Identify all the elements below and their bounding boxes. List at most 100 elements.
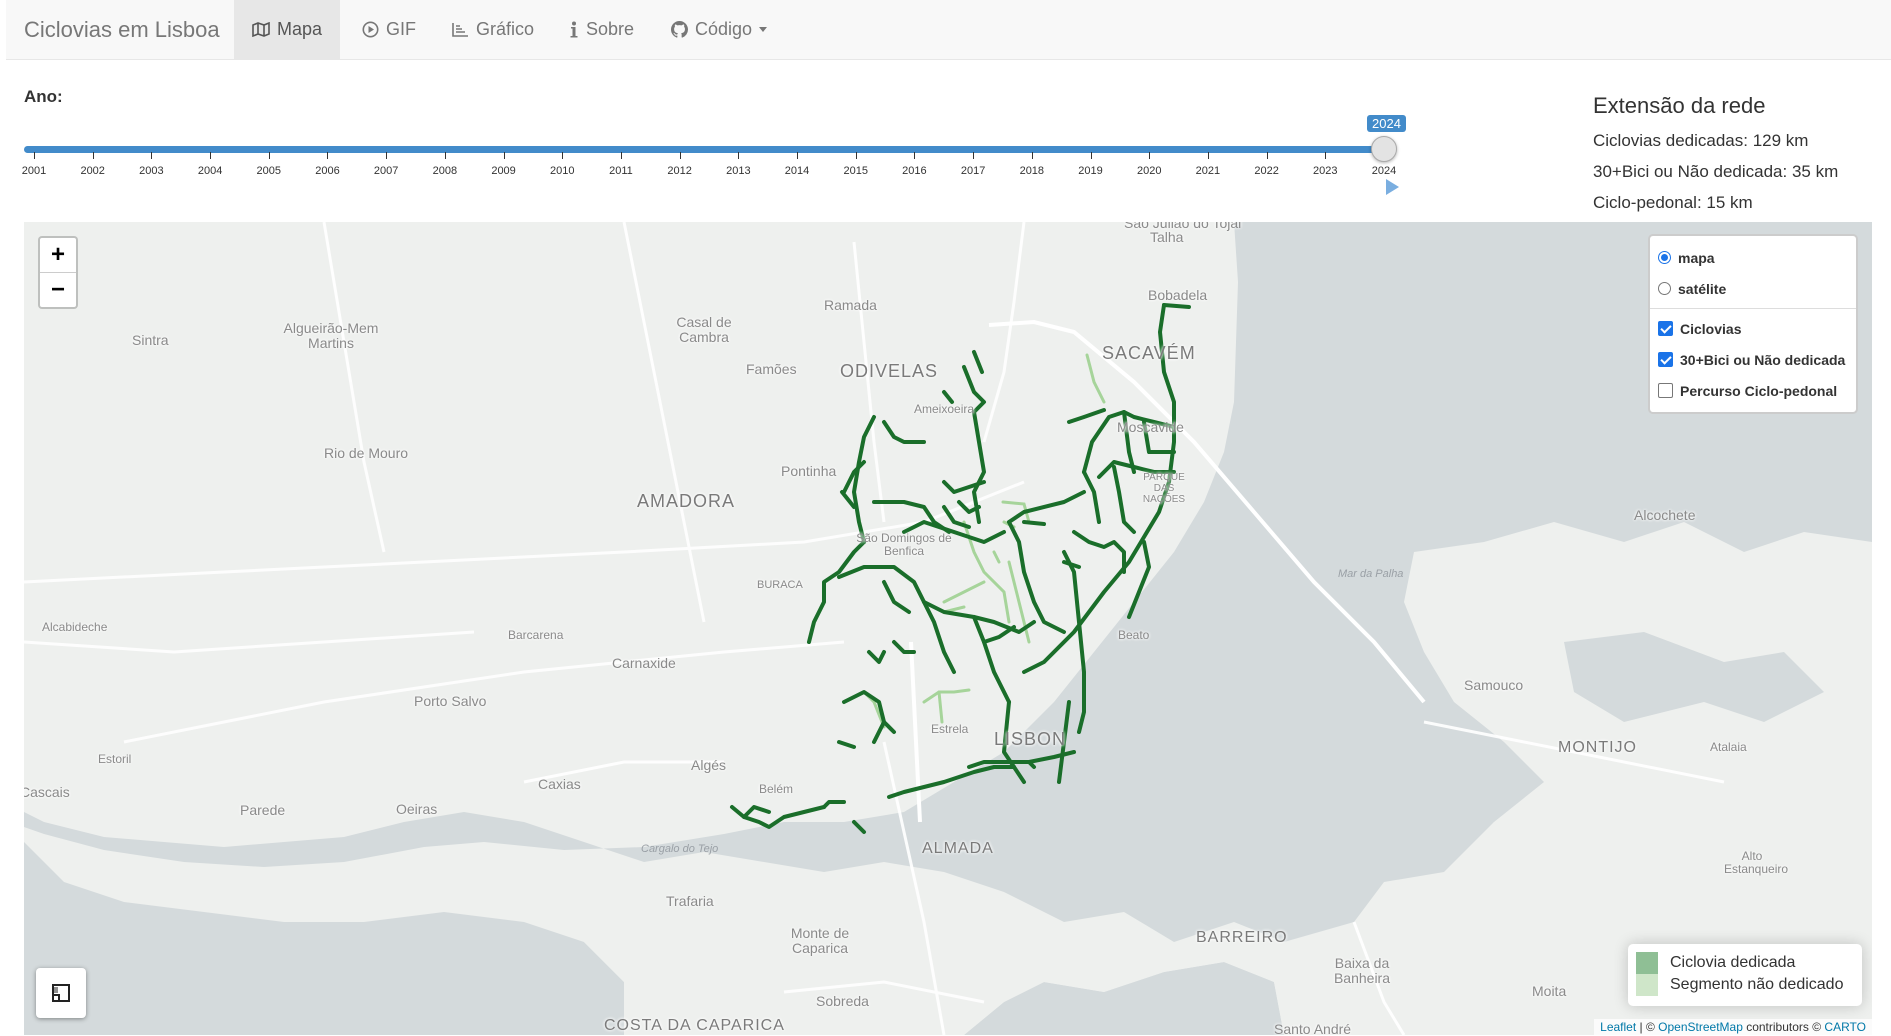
place-label: Samouco xyxy=(1464,677,1524,693)
attribution-text: | © xyxy=(1636,1020,1659,1034)
tab-sobre[interactable]: Sobre xyxy=(551,0,652,59)
slider-tick-label: 2013 xyxy=(726,165,751,177)
place-label: Caxias xyxy=(538,776,581,792)
base-layer-satelite[interactable]: satélite xyxy=(1658,273,1848,304)
zoom-out-button[interactable]: − xyxy=(40,272,76,307)
place-label: Baixa da Banheira xyxy=(1333,955,1391,986)
tab-gif-label: GIF xyxy=(386,19,416,39)
slider-tick xyxy=(92,152,94,159)
slider-tick-label: 2008 xyxy=(432,165,458,177)
slider-tick xyxy=(679,152,681,159)
slider-tick xyxy=(444,152,446,159)
slider-tick xyxy=(503,152,505,159)
checkbox-30bici[interactable] xyxy=(1658,352,1673,367)
place-label: Oeiras xyxy=(396,801,438,817)
radio-mapa[interactable] xyxy=(1658,251,1671,264)
slider-handle[interactable] xyxy=(1371,136,1397,162)
slider-tick-label: 2020 xyxy=(1136,165,1162,177)
place-label: Pontinha xyxy=(781,463,837,479)
legend-label: Segmento não dedicado xyxy=(1670,976,1844,993)
place-label: Monte de Caparica xyxy=(790,925,850,956)
place-label: Parede xyxy=(240,802,286,818)
slider-tick-label: 2023 xyxy=(1313,165,1338,177)
place-label: ODIVELAS xyxy=(840,361,939,381)
osm-link[interactable]: OpenStreetMap xyxy=(1658,1020,1743,1034)
slider-tick-label: 2010 xyxy=(550,165,575,177)
overlay-label: Percurso Ciclo-pedonal xyxy=(1680,382,1838,399)
place-label: Alcabideche xyxy=(42,620,108,634)
radio-satelite[interactable] xyxy=(1658,282,1671,295)
slider-tick xyxy=(973,152,975,159)
year-slider-label: Ano: xyxy=(24,87,63,106)
map-container[interactable]: São Julião do Tojal Talha Bobadela Sintr… xyxy=(24,222,1872,1035)
slider-tick-label: 2006 xyxy=(315,165,340,177)
place-label: AMADORA xyxy=(637,491,736,511)
overlay-ciclo-pedonal[interactable]: Percurso Ciclo-pedonal xyxy=(1658,375,1848,406)
legend-item-shared: Segmento não dedicado xyxy=(1636,974,1854,996)
checkbox-ciclo-pedonal[interactable] xyxy=(1658,383,1673,398)
info-icon xyxy=(570,21,578,38)
slider-tick-label: 2022 xyxy=(1254,165,1279,177)
place-label: Algés xyxy=(691,757,727,773)
place-label: LISBON xyxy=(994,729,1067,749)
stat-dedicated: Ciclovias dedicadas: 129 km xyxy=(1593,131,1809,150)
slider-tick-label: 2002 xyxy=(80,165,105,177)
place-label: Ameixoeira xyxy=(914,402,975,416)
slider-tick xyxy=(1149,152,1151,159)
map-icon xyxy=(252,22,270,37)
tab-grafico-label: Gráfico xyxy=(476,19,535,39)
play-animation-icon[interactable] xyxy=(1386,179,1399,195)
slider-tick-label: 2001 xyxy=(21,165,47,177)
navbar-brand[interactable]: Ciclovias em Lisboa xyxy=(24,17,220,43)
year-slider[interactable]: 2001 2002 2003 2004 2005 2006 2007 2008 2009 2010… xyxy=(21,115,1406,177)
tab-codigo-label: Código xyxy=(695,19,753,39)
carto-link[interactable]: CARTO xyxy=(1824,1020,1866,1034)
stat-pedonal: Ciclo-pedonal: 15 km xyxy=(1593,193,1753,212)
place-label: MONTIJO xyxy=(1558,739,1637,756)
layers-separator xyxy=(1650,308,1856,309)
checkbox-ciclovias[interactable] xyxy=(1658,321,1673,336)
place-label: Sobreda xyxy=(816,993,869,1009)
slider-tick-label: 2012 xyxy=(667,165,692,177)
slider-tick xyxy=(562,152,564,159)
place-label: Belém xyxy=(759,782,794,796)
layers-control: mapa satélite Ciclovias 30+Bici ou Não d… xyxy=(1648,234,1858,414)
place-label: Beato xyxy=(1118,628,1150,642)
place-label: PARQUE DAS NAÇÕES xyxy=(1142,472,1186,505)
map-legend: Ciclovia dedicada Segmento não dedicado xyxy=(1628,944,1862,1006)
place-label: Alto Estanqueiro xyxy=(1724,849,1789,876)
place-label: Ramada xyxy=(824,297,877,313)
overlay-30bici[interactable]: 30+Bici ou Não dedicada xyxy=(1658,344,1848,375)
slider-tick-label: 2007 xyxy=(373,165,399,177)
slider-value-badge: 2024 xyxy=(1367,115,1406,132)
place-label: COSTA DA CAPARICA xyxy=(604,1017,785,1034)
legend-label: Ciclovia dedicada xyxy=(1670,954,1796,971)
overlay-ciclovias[interactable]: Ciclovias xyxy=(1658,313,1848,344)
place-label: Moscavide xyxy=(1117,419,1184,435)
base-layer-label: mapa xyxy=(1678,249,1715,266)
tab-mapa[interactable]: Mapa xyxy=(234,0,341,59)
navbar: Ciclovias em Lisboa Mapa GIF Gráfico Sob… xyxy=(6,0,1891,60)
place-label: São Domingos de Benfica xyxy=(856,531,952,558)
fullscreen-button[interactable] xyxy=(36,968,86,1018)
slider-tick xyxy=(34,152,35,159)
tab-codigo-dropdown[interactable]: Código xyxy=(653,0,785,59)
fullscreen-icon xyxy=(52,984,70,1002)
tab-gif[interactable]: GIF xyxy=(344,0,434,59)
zoom-in-button[interactable]: + xyxy=(40,238,76,272)
slider-tick-label: 2014 xyxy=(784,165,810,177)
slider-tick-label: 2017 xyxy=(960,165,986,177)
place-label: SACAVÉM xyxy=(1102,343,1196,363)
tab-mapa-label: Mapa xyxy=(277,19,323,39)
slider-tick-label: 2009 xyxy=(491,165,516,177)
slider-tick xyxy=(914,152,916,159)
slider-tick xyxy=(386,152,388,159)
leaflet-link[interactable]: Leaflet xyxy=(1600,1020,1636,1034)
base-layer-mapa[interactable]: mapa xyxy=(1658,242,1848,273)
place-label: Estoril xyxy=(98,752,132,766)
place-label: Rio de Mouro xyxy=(324,445,409,461)
place-label: Famões xyxy=(746,361,797,377)
tab-grafico[interactable]: Gráfico xyxy=(434,0,552,59)
network-stats-panel: Extensão da rede Ciclovias dedicadas: 12… xyxy=(1593,93,1883,224)
slider-tick xyxy=(151,152,153,159)
